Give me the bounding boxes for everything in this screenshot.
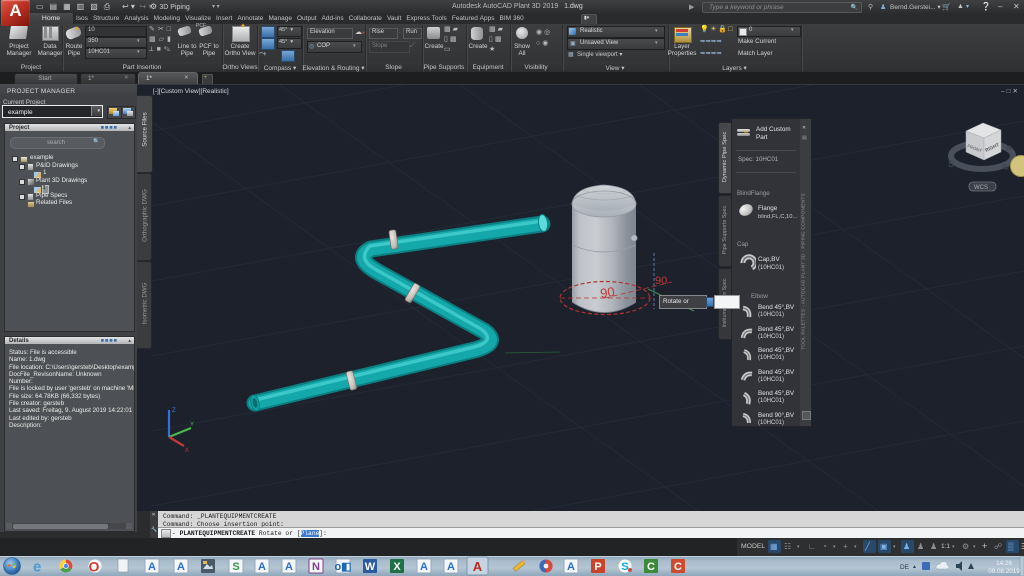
svg-text:o◧: o◧ xyxy=(334,561,351,573)
svg-text:P: P xyxy=(594,561,601,573)
svg-text:A: A xyxy=(420,561,428,573)
svg-text:Z: Z xyxy=(172,408,176,414)
svg-text:90: 90 xyxy=(655,275,667,287)
svg-text:Y: Y xyxy=(190,422,194,428)
svg-text:WCS: WCS xyxy=(974,185,988,191)
svg-text:X: X xyxy=(185,448,189,454)
svg-text:A: A xyxy=(285,561,293,573)
svg-text:A: A xyxy=(148,561,156,573)
svg-text:A: A xyxy=(258,561,266,573)
svg-text:S: S xyxy=(948,159,954,169)
svg-text:C: C xyxy=(647,561,655,573)
svg-text:N: N xyxy=(312,561,320,573)
svg-text:e: e xyxy=(33,559,41,576)
svg-text:X: X xyxy=(393,561,401,573)
svg-text:▲: ▲ xyxy=(912,564,917,570)
svg-text:A: A xyxy=(567,561,575,573)
svg-text:A: A xyxy=(473,559,483,574)
svg-text:DE: DE xyxy=(900,564,910,571)
svg-text:S: S xyxy=(621,561,628,573)
svg-text:14:26: 14:26 xyxy=(996,560,1012,567)
svg-text:O: O xyxy=(89,559,100,575)
svg-text:W: W xyxy=(365,561,376,573)
svg-text:C: C xyxy=(674,561,682,573)
svg-text:A: A xyxy=(447,561,455,573)
svg-text:A: A xyxy=(177,561,185,573)
svg-text:90: 90 xyxy=(599,284,616,301)
svg-text:09.08.2019: 09.08.2019 xyxy=(988,568,1020,575)
svg-text:S: S xyxy=(232,561,239,573)
svg-text:N: N xyxy=(1006,145,1011,152)
